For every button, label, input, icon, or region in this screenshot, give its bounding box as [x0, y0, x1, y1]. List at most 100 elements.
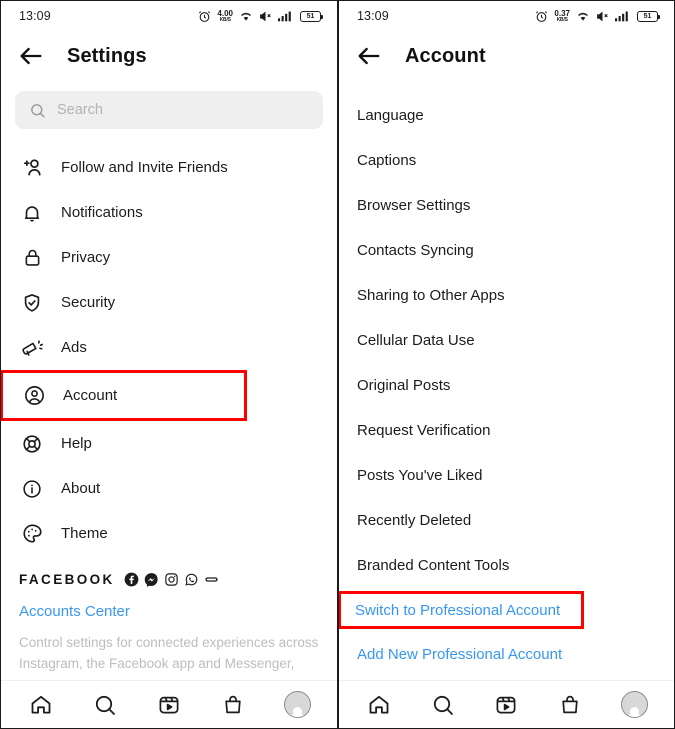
signal-icon	[615, 10, 631, 22]
network-speed-indicator: 4.00 KB/S	[217, 9, 233, 23]
reels-icon[interactable]	[152, 688, 186, 722]
alarm-icon	[535, 10, 548, 23]
search-icon[interactable]	[426, 688, 460, 722]
account-circle-icon	[21, 383, 47, 409]
sidebar-item-about[interactable]: About	[1, 466, 337, 511]
list-item-cellular-data-use[interactable]: Cellular Data Use	[339, 318, 674, 363]
search-input[interactable]: Search	[15, 91, 323, 129]
mute-icon	[259, 10, 272, 23]
lock-icon	[19, 245, 45, 271]
sidebar-item-privacy[interactable]: Privacy	[1, 235, 337, 280]
page-title: Settings	[67, 44, 147, 67]
sidebar-item-account[interactable]: Account	[1, 370, 247, 421]
facebook-wordmark: FACEBOOK	[19, 572, 115, 587]
sidebar-item-label: Security	[61, 294, 116, 311]
status-icons: 0.37 KB/S 51	[535, 9, 660, 23]
network-speed-unit: KB/S	[219, 16, 231, 23]
sidebar-item-label: About	[61, 480, 101, 497]
person-add-icon	[19, 155, 45, 181]
battery-icon: 51	[300, 10, 323, 22]
alarm-icon	[198, 10, 211, 23]
network-speed-indicator: 0.37 KB/S	[554, 9, 570, 23]
app-bar-settings: Settings	[1, 31, 337, 81]
sidebar-item-label: Account	[63, 387, 118, 404]
list-item-browser-settings[interactable]: Browser Settings	[339, 183, 674, 228]
sidebar-item-ads[interactable]: Ads	[1, 325, 337, 370]
shield-check-icon	[19, 290, 45, 316]
status-bar-left: 13:09 4.00 KB/S 51	[1, 1, 337, 31]
sidebar-item-label: Privacy	[61, 249, 111, 266]
battery-level: 51	[306, 12, 315, 20]
instagram-icon	[164, 572, 179, 587]
page-title: Account	[405, 44, 486, 67]
app-bar-account: Account	[339, 31, 674, 81]
settings-screen: 13:09 4.00 KB/S 51 Settings Search Follo…	[0, 0, 338, 729]
search-icon[interactable]	[88, 688, 122, 722]
sidebar-item-theme[interactable]: Theme	[1, 511, 337, 556]
facebook-icon	[124, 572, 139, 587]
list-item-posts-youve-liked[interactable]: Posts You've Liked	[339, 453, 674, 498]
home-icon[interactable]	[24, 688, 58, 722]
facebook-app-icons	[124, 572, 219, 587]
facebook-family-section: FACEBOOK Accounts Center Control setting…	[1, 556, 337, 674]
facebook-wordmark-row: FACEBOOK	[19, 572, 319, 587]
avatar	[283, 691, 311, 718]
status-icons: 4.00 KB/S 51	[198, 9, 323, 23]
megaphone-icon	[19, 335, 45, 361]
settings-list: Follow and Invite Friends Notifications …	[1, 133, 337, 556]
wifi-icon	[576, 10, 590, 22]
status-bar-right: 13:09 0.37 KB/S 51	[339, 1, 674, 31]
info-circle-icon	[19, 476, 45, 502]
messenger-icon	[144, 572, 159, 587]
bottom-nav-left	[1, 680, 337, 728]
network-speed-unit: KB/S	[556, 16, 568, 23]
search-bar-container: Search	[1, 81, 337, 133]
list-item-language[interactable]: Language	[339, 93, 674, 138]
sidebar-item-follow-and-invite-friends[interactable]: Follow and Invite Friends	[1, 145, 337, 190]
sidebar-item-security[interactable]: Security	[1, 280, 337, 325]
back-arrow-icon[interactable]	[355, 42, 383, 70]
list-item-request-verification[interactable]: Request Verification	[339, 408, 674, 453]
sidebar-item-label: Notifications	[61, 204, 143, 221]
battery-level: 51	[643, 12, 652, 20]
back-arrow-icon[interactable]	[17, 42, 45, 70]
list-item-branded-content-tools[interactable]: Branded Content Tools	[339, 543, 674, 588]
accounts-center-link[interactable]: Accounts Center	[19, 603, 319, 620]
list-item-contacts-syncing[interactable]: Contacts Syncing	[339, 228, 674, 273]
portal-icon	[204, 572, 219, 587]
profile-avatar[interactable]	[280, 688, 314, 722]
home-icon[interactable]	[362, 688, 396, 722]
search-icon	[29, 102, 46, 119]
sidebar-item-label: Ads	[61, 339, 87, 356]
list-item-captions[interactable]: Captions	[339, 138, 674, 183]
shop-icon[interactable]	[553, 688, 587, 722]
search-placeholder: Search	[57, 102, 103, 118]
reels-icon[interactable]	[489, 688, 523, 722]
mute-icon	[596, 10, 609, 23]
list-item-add-new-professional-account[interactable]: Add New Professional Account	[339, 632, 674, 677]
sidebar-item-label: Follow and Invite Friends	[61, 159, 228, 176]
lifebuoy-icon	[19, 431, 45, 457]
battery-icon: 51	[637, 10, 660, 22]
sidebar-item-label: Theme	[61, 525, 108, 542]
list-item-sharing-to-other-apps[interactable]: Sharing to Other Apps	[339, 273, 674, 318]
status-time: 13:09	[357, 9, 389, 23]
facebook-family-description: Control settings for connected experienc…	[19, 635, 319, 671]
status-time: 13:09	[19, 9, 51, 23]
shop-icon[interactable]	[216, 688, 250, 722]
sidebar-item-notifications[interactable]: Notifications	[1, 190, 337, 235]
sidebar-item-help[interactable]: Help	[1, 421, 337, 466]
dual-screenshot-container: 13:09 4.00 KB/S 51 Settings Search Follo…	[0, 0, 675, 729]
account-screen: 13:09 0.37 KB/S 51 Account Language Capt…	[338, 0, 675, 729]
whatsapp-icon	[184, 572, 199, 587]
list-item-recently-deleted[interactable]: Recently Deleted	[339, 498, 674, 543]
signal-icon	[278, 10, 294, 22]
profile-avatar[interactable]	[617, 688, 651, 722]
sidebar-item-label: Help	[61, 435, 92, 452]
bell-icon	[19, 200, 45, 226]
wifi-icon	[239, 10, 253, 22]
list-item-original-posts[interactable]: Original Posts	[339, 363, 674, 408]
list-item-switch-to-professional-account[interactable]: Switch to Professional Account	[339, 591, 584, 629]
account-settings-list: Language Captions Browser Settings Conta…	[339, 81, 674, 677]
palette-icon	[19, 521, 45, 547]
